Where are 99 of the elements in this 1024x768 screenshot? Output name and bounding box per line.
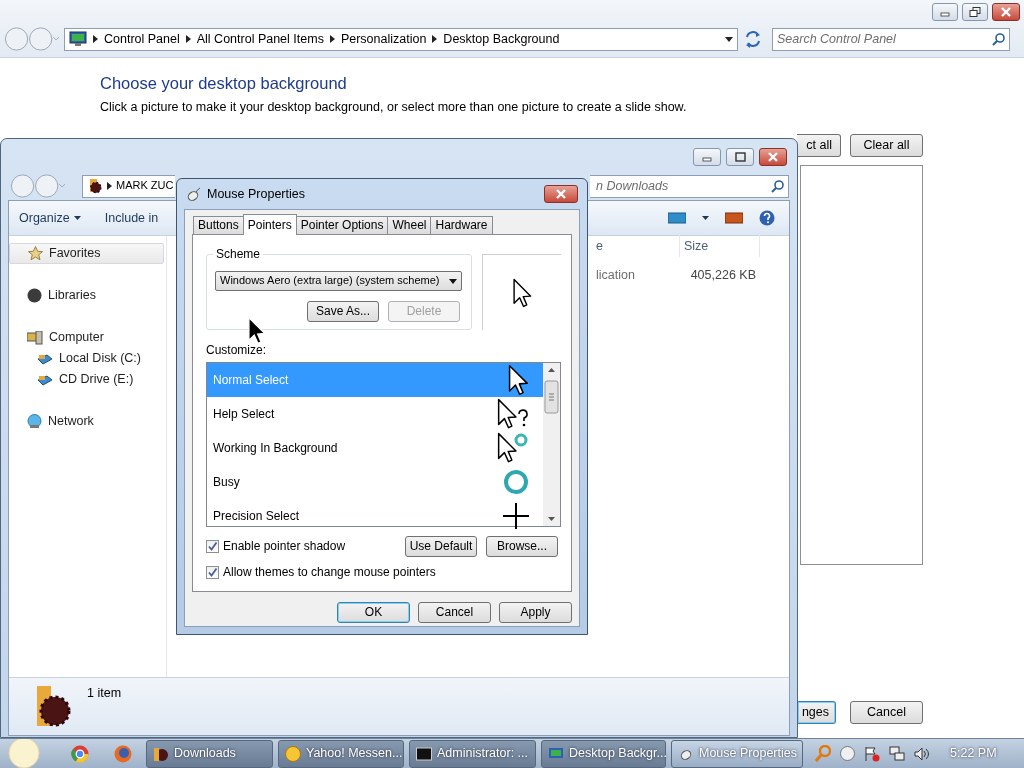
column-header[interactable]: e [592, 235, 680, 257]
breadcrumb-item[interactable]: All Control Panel Items [196, 31, 324, 47]
terminal-icon [416, 745, 432, 762]
control-panel-icon [69, 31, 87, 47]
nav-item[interactable]: Local Disk (C:) [9, 348, 164, 369]
breadcrumb-arrow-icon [185, 35, 191, 43]
close-icon [1000, 7, 1012, 17]
organize-menu[interactable]: Organize [19, 210, 81, 226]
table-cell-text: lication [595, 267, 636, 283]
checkbox[interactable] [206, 540, 219, 553]
restore-icon [969, 7, 981, 17]
address-bar[interactable]: Control Panel All Control Panel Items Personalization Desktop Background [64, 27, 738, 51]
checkbox-label: Enable pointer shadow [223, 539, 346, 554]
breadcrumb-item[interactable]: Desktop Background [443, 31, 560, 47]
network-icon[interactable] [889, 745, 905, 762]
cancel-button[interactable]: Cancel [418, 602, 491, 623]
cursor-preview-icon [512, 277, 532, 308]
page-heading: Choose your desktop background [100, 74, 347, 94]
maximize-icon [734, 152, 746, 162]
description-text: Click a picture to make it your desktop background, or select more than one picture to create a slide show. [100, 99, 687, 115]
tab[interactable]: Pointers [242, 214, 297, 235]
speaker-icon[interactable] [914, 745, 930, 762]
tab[interactable]: Pointer Options [295, 216, 389, 234]
table-cell-text: 405,226 KB [689, 267, 757, 283]
apply-button[interactable]: Apply [499, 602, 572, 623]
restore-button[interactable] [962, 3, 988, 21]
save-as-button[interactable]: Save As... [307, 301, 379, 322]
nav-item[interactable]: Computer [9, 327, 164, 348]
breadcrumb-arrow-icon [432, 35, 438, 43]
taskbar-button[interactable]: Administrator: ... [409, 739, 536, 768]
drive-icon [37, 352, 53, 365]
ok-button[interactable]: OK [337, 602, 410, 623]
network-icon [27, 414, 42, 429]
dropdown-caret-icon [449, 278, 457, 284]
customize-label: Customize: [206, 343, 268, 359]
close-button[interactable] [759, 148, 787, 166]
nav-item[interactable]: CD Drive (E:) [9, 369, 164, 390]
tab[interactable]: Wheel [387, 216, 432, 234]
computer-icon [27, 330, 43, 345]
checkbox-label: Allow themes to change mouse pointers [223, 565, 436, 580]
arrow-cursor-icon [507, 364, 529, 396]
caret-icon[interactable] [702, 216, 709, 220]
pointer-list-item[interactable]: Help Select [207, 397, 543, 431]
dropdown-caret-icon [725, 36, 733, 42]
breadcrumb-arrow-icon [329, 35, 335, 43]
close-icon [767, 152, 779, 162]
minimize-button[interactable] [693, 148, 721, 166]
address-bar[interactable]: MARK ZUC [82, 174, 175, 198]
nav-item[interactable]: Libraries [9, 285, 164, 306]
caret-icon [73, 216, 81, 220]
star-icon [28, 246, 43, 261]
pointer-list-item[interactable]: Precision Select [207, 499, 543, 533]
search-icon [992, 32, 1005, 46]
tab[interactable]: Buttons [193, 216, 244, 234]
pointer-list-item[interactable]: Busy [207, 465, 543, 499]
app-icon [153, 745, 169, 762]
taskbar-button[interactable]: Desktop Backgr... [541, 739, 666, 768]
help-icon[interactable] [759, 210, 775, 226]
breadcrumb-item[interactable]: Personalization [340, 31, 427, 47]
select-button[interactable]: ct all [797, 133, 841, 157]
use-default-button[interactable]: Use Default [405, 536, 477, 557]
breadcrumb-item[interactable]: Control Panel [104, 31, 180, 47]
search-field[interactable]: n Downloads [596, 175, 771, 197]
checkbox[interactable] [206, 565, 219, 579]
help-cursor-icon [497, 398, 529, 430]
clear-button[interactable]: Clear all [850, 133, 923, 157]
browse-button[interactable]: Browse... [486, 536, 558, 557]
close-button[interactable] [544, 185, 578, 203]
maximize-button[interactable] [726, 148, 754, 166]
flag-icon[interactable] [864, 745, 880, 762]
breadcrumb-arrow-icon [93, 35, 98, 43]
search-box[interactable]: n Downloads [590, 174, 789, 198]
breadcrumb-arrow-icon [107, 182, 112, 190]
search-icon [771, 179, 784, 193]
mouse-icon [185, 187, 201, 201]
close-button[interactable] [992, 3, 1020, 21]
scheme-dropdown[interactable]: Windows Aero (extra large) (system scheme) [215, 271, 462, 291]
breadcrumb-item[interactable]: MARK ZUC [116, 179, 174, 193]
nav-item[interactable]: Favorites [9, 243, 164, 264]
busy-cursor-icon [503, 469, 529, 495]
tab[interactable]: Hardware [430, 216, 493, 234]
close-icon [555, 189, 567, 199]
search-field[interactable]: Search Control Panel [777, 28, 992, 50]
drive-icon [37, 373, 53, 386]
working-cursor-icon [497, 432, 529, 464]
pointer-list-item[interactable]: Working In Background [207, 431, 543, 465]
search-box[interactable]: Search Control Panel [772, 27, 1010, 51]
item-count: 1 item [87, 686, 122, 702]
mouse-pointer-icon [247, 316, 266, 345]
taskbar-button[interactable]: Downloads [146, 739, 273, 768]
chrome-icon[interactable] [71, 744, 89, 763]
column-header[interactable]: Size [680, 235, 760, 257]
crosshair-cursor-icon [503, 503, 529, 529]
firefox-icon[interactable] [114, 744, 132, 763]
save-button[interactable]: nges [798, 700, 836, 724]
cancel-button[interactable]: Cancel [850, 700, 923, 724]
dialog-title: Mouse Properties [207, 186, 305, 202]
nav-item[interactable]: Network [9, 411, 164, 432]
include-menu[interactable]: Include in [104, 210, 159, 226]
